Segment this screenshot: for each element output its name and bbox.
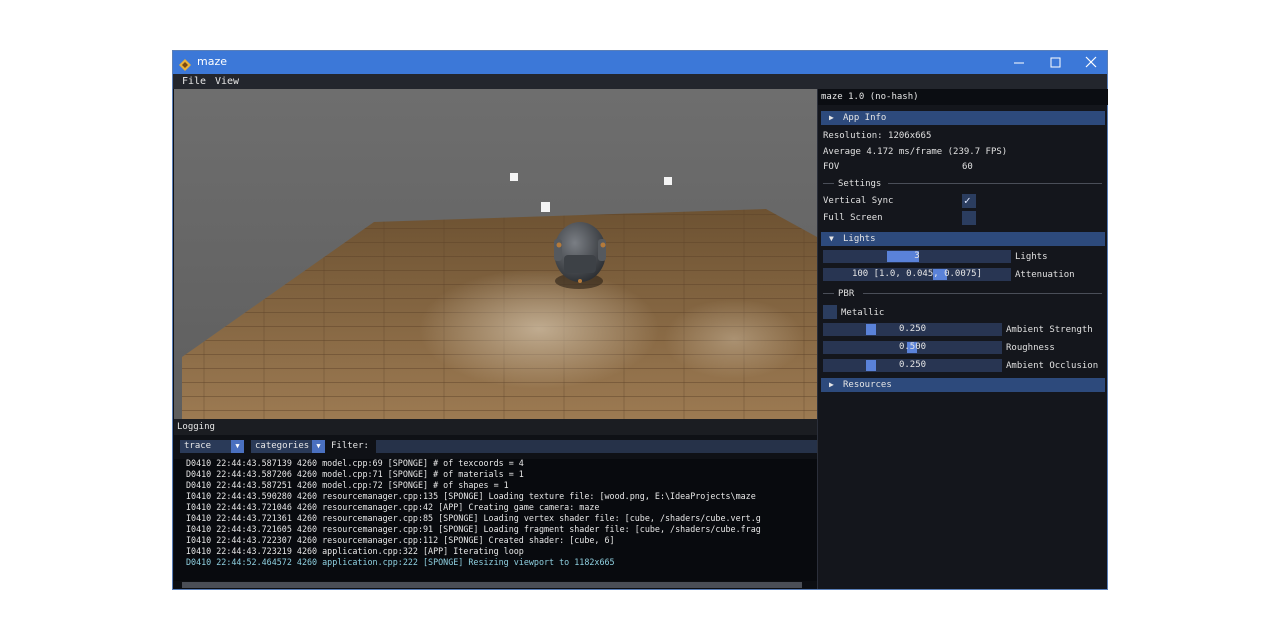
fov-label: FOV: [823, 162, 840, 172]
filter-input[interactable]: [376, 440, 817, 453]
log-line: I0410 22:44:43.721361 4260 resourcemanag…: [186, 513, 761, 523]
ambient-strength-label: Ambient Strength: [1006, 325, 1093, 335]
separator: [863, 293, 1102, 294]
light-cube: [541, 202, 550, 212]
close-button[interactable]: [1073, 51, 1109, 74]
collapse-triangle-icon: ▼: [829, 234, 834, 243]
vsync-checkbox[interactable]: ✓: [962, 194, 976, 208]
log-horizontal-scrollbar[interactable]: [174, 581, 817, 589]
log-line: D0410 22:44:43.587206 4260 model.cpp:71 …: [186, 469, 524, 479]
roughness-label: Roughness: [1006, 343, 1055, 353]
attenuation-label: Attenuation: [1015, 270, 1075, 280]
menu-view[interactable]: View: [215, 74, 239, 89]
checkmark-icon: ✓: [964, 194, 971, 207]
minimize-button[interactable]: [1001, 51, 1037, 74]
title-bar[interactable]: maze: [173, 51, 1107, 74]
log-line: D0410 22:44:52.464572 4260 application.c…: [186, 557, 615, 567]
minimize-icon: [1014, 62, 1024, 64]
log-line: D0410 22:44:43.587139 4260 model.cpp:69 …: [186, 459, 524, 468]
expand-triangle-icon: ▶: [829, 380, 834, 389]
menu-file[interactable]: File: [182, 74, 206, 89]
categories-combo[interactable]: categories ▼: [251, 440, 325, 453]
separator: [823, 183, 834, 184]
slider-value: 0.500: [898, 342, 927, 352]
lights-label: Lights: [1015, 252, 1048, 262]
scene-render: [174, 89, 817, 419]
fullscreen-checkbox[interactable]: [962, 211, 976, 225]
maximize-icon: [1050, 57, 1061, 68]
slider-value: 3: [914, 251, 920, 261]
logging-title: Logging: [177, 422, 215, 432]
lights-count-slider[interactable]: 3: [823, 250, 1011, 263]
fov-value: 60: [962, 162, 973, 172]
ambient-occlusion-slider[interactable]: 0.250: [823, 359, 1002, 372]
menu-bar: File View: [173, 74, 1107, 89]
roughness-slider[interactable]: 0.500: [823, 341, 1002, 354]
app-window: maze File View maze 1.0 (no-hash) ▶ App …: [172, 50, 1108, 590]
slider-value: 0.250: [898, 324, 927, 334]
light-cube: [510, 173, 518, 181]
log-line: I0410 22:44:43.722307 4260 resourcemanag…: [186, 535, 615, 545]
app-icon: [179, 56, 191, 71]
fullscreen-label: Full Screen: [823, 213, 883, 223]
average-text: Average 4.172 ms/frame (239.7 FPS): [823, 147, 1008, 157]
settings-label: Settings: [838, 179, 882, 189]
window-title: maze: [197, 55, 227, 68]
helmet-model: [554, 222, 606, 289]
section-resources[interactable]: ▶ Resources: [821, 378, 1105, 392]
separator: [823, 293, 834, 294]
categories-value: categories: [255, 441, 310, 451]
vsync-label: Vertical Sync: [823, 196, 894, 206]
metallic-label: Metallic: [841, 308, 885, 318]
section-label: Resources: [843, 380, 892, 390]
log-line: I0410 22:44:43.721605 4260 resourcemanag…: [186, 524, 761, 534]
log-line: D0410 22:44:43.587251 4260 model.cpp:72 …: [186, 480, 509, 490]
slider-value: 0.250: [898, 360, 927, 370]
separator: [888, 183, 1102, 184]
log-line: I0410 22:44:43.723219 4260 application.c…: [186, 546, 524, 556]
maximize-button[interactable]: [1037, 51, 1073, 74]
section-label: App Info: [843, 113, 887, 123]
ambient-occlusion-label: Ambient Occlusion: [1006, 361, 1099, 371]
log-output[interactable]: D0410 22:44:43.587139 4260 model.cpp:69 …: [174, 459, 817, 581]
panel-header: maze 1.0 (no-hash): [818, 89, 1108, 105]
log-level-combo[interactable]: trace ▼: [180, 440, 244, 453]
metallic-checkbox[interactable]: [823, 305, 837, 319]
debug-panel: maze 1.0 (no-hash) ▶ App Info Resolution…: [817, 89, 1108, 589]
resolution-text: Resolution: 1206x665: [823, 131, 932, 141]
light-cube: [664, 177, 672, 185]
pbr-label: PBR: [838, 289, 855, 299]
log-toolbar: trace ▼ categories ▼ Filter:: [174, 435, 817, 459]
attenuation-slider[interactable]: 100 [1.0, 0.045, 0.0075]: [823, 268, 1011, 281]
log-line: I0410 22:44:43.590280 4260 resourcemanag…: [186, 491, 756, 501]
section-label: Lights: [843, 234, 876, 244]
scene-viewport[interactable]: [174, 89, 817, 419]
chevron-down-icon: ▼: [231, 440, 244, 453]
close-icon: [1085, 56, 1097, 68]
logging-header: Logging: [174, 419, 817, 435]
slider-value: 100 [1.0, 0.045, 0.0075]: [851, 269, 983, 279]
ambient-strength-slider[interactable]: 0.250: [823, 323, 1002, 336]
expand-triangle-icon: ▶: [829, 113, 834, 122]
panel-title: maze 1.0 (no-hash): [821, 92, 919, 102]
log-level-value: trace: [184, 441, 212, 451]
log-line: I0410 22:44:43.721046 4260 resourcemanag…: [186, 502, 600, 512]
section-app-info[interactable]: ▶ App Info: [821, 111, 1105, 125]
scrollbar-thumb[interactable]: [182, 582, 802, 588]
section-lights[interactable]: ▼ Lights: [821, 232, 1105, 246]
filter-label: Filter:: [331, 441, 369, 451]
chevron-down-icon: ▼: [312, 440, 325, 453]
